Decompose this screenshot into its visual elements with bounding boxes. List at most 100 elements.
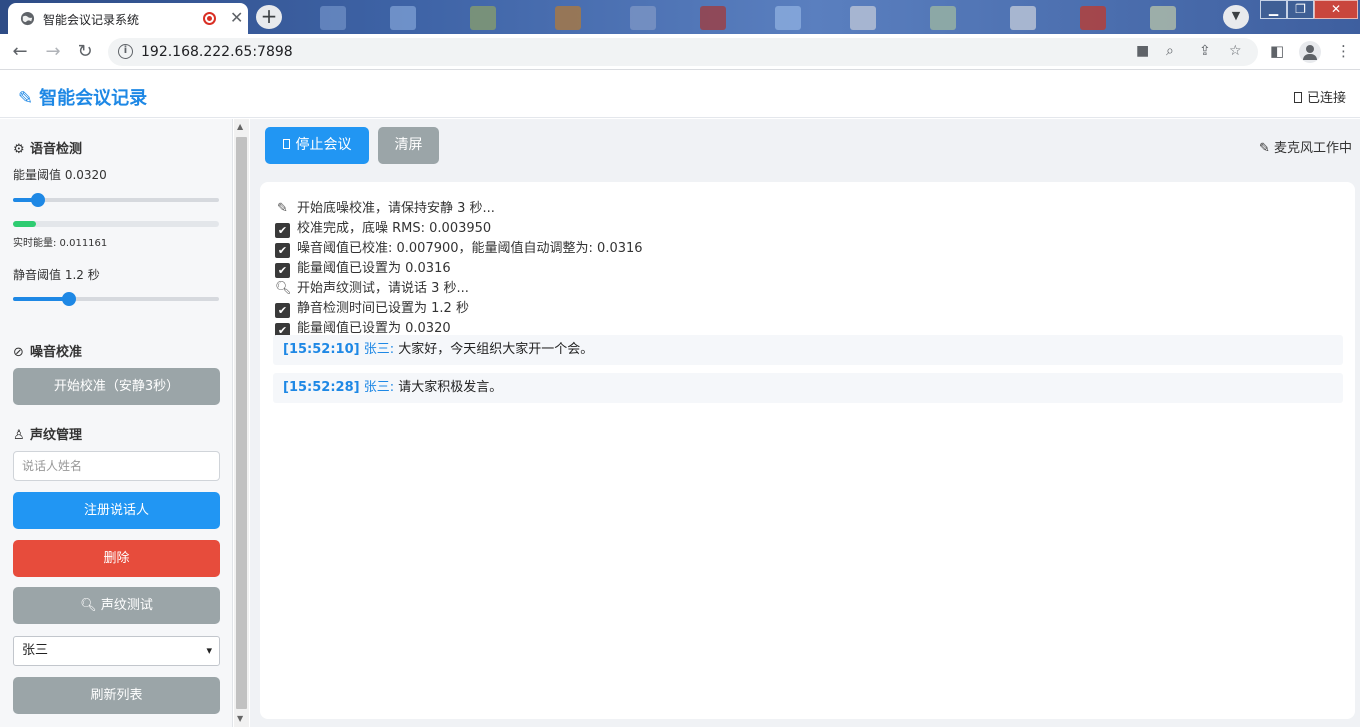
log-text: 静音检测时间已设置为 1.2 秒 — [297, 301, 469, 316]
stop-meeting-button[interactable]: 停止会议 — [265, 127, 369, 164]
desktop-decoration — [555, 6, 581, 30]
side-panel-icon[interactable]: ◧ — [1270, 42, 1284, 60]
app-header: ✎ 智能会议记录 已连接 — [0, 71, 1360, 118]
chevron-down-icon: ▾ — [206, 644, 212, 657]
pencil-icon: ✎ — [18, 88, 34, 109]
user-icon: ♙ — [13, 428, 25, 443]
share-icon[interactable]: ⇪ — [1199, 43, 1211, 59]
log-line: ✔ 校准完成，底噪 RMS: 0.003950 — [275, 217, 491, 238]
zoom-icon[interactable]: ⌕ — [1166, 43, 1174, 59]
mic-status-label: 麦克风工作中 — [1273, 141, 1352, 156]
log-text: 开始声纹测试，请说话 3 秒... — [297, 281, 469, 296]
arrow-left-icon: ← — [12, 41, 28, 62]
refresh-list-button[interactable]: 刷新列表 — [13, 677, 220, 714]
address-url: 192.168.222.65:7898 — [141, 44, 293, 60]
log-text: 校准完成，底噪 RMS: 0.003950 — [297, 221, 492, 236]
log-line: ✎ 开始底噪校准，请保持安静 3 秒... — [275, 197, 495, 216]
window-maximize-button[interactable]: ❐ — [1287, 0, 1314, 19]
bookmark-star-icon[interactable]: ☆ — [1229, 43, 1242, 59]
checkbox-icon: ✔ — [275, 263, 290, 278]
tab-close-button[interactable]: ✕ — [230, 8, 243, 27]
globe-icon — [20, 11, 35, 26]
energy-threshold-slider[interactable] — [13, 193, 219, 207]
browser-tab[interactable]: 智能会议记录系统 ✕ — [8, 3, 248, 34]
section-noise-calibration: ⊘ 噪音校准 — [13, 341, 82, 360]
log-line: ✔ 静音检测时间已设置为 1.2 秒 — [275, 297, 469, 318]
section-title: 语音检测 — [30, 142, 83, 157]
slider-knob[interactable] — [61, 292, 76, 306]
button-label: 停止会议 — [295, 137, 352, 153]
browser-toolbar: ← → ↻ i 192.168.222.65:7898 ■ ⌕ ⇪ ☆ ◧ ⋮ — [0, 34, 1360, 70]
arrow-right-icon: → — [45, 41, 61, 62]
profile-avatar-icon[interactable] — [1299, 41, 1321, 63]
silence-threshold-label: 静音阈值 1.2 秒 — [13, 268, 100, 282]
connection-status: 已连接 — [1293, 87, 1346, 106]
desktop-decoration — [700, 6, 726, 30]
start-calibration-button[interactable]: 开始校准（安静3秒） — [13, 368, 220, 405]
desktop-decoration — [1150, 6, 1176, 30]
desktop-decoration — [470, 6, 496, 30]
silence-threshold-slider[interactable] — [13, 292, 219, 306]
log-text: 能量阈值已设置为 0.0316 — [297, 261, 451, 276]
search-icon: 🔍︎ — [80, 598, 97, 613]
reload-button[interactable]: ↻ — [74, 41, 96, 63]
section-title: 声纹管理 — [30, 428, 83, 443]
speaker-select[interactable]: 张三 ▾ — [13, 636, 220, 666]
pencil-icon: ✎ — [277, 201, 288, 216]
desktop-decoration — [1010, 6, 1036, 30]
slider-knob[interactable] — [30, 193, 45, 207]
log-line: ✔ 噪音阈值已校准: 0.007900，能量阈值自动调整为: 0.0316 — [275, 237, 643, 258]
message-time: [15:52:28] — [283, 380, 360, 395]
section-title: 噪音校准 — [30, 345, 83, 360]
more-menu-icon[interactable]: ⋮ — [1336, 42, 1351, 60]
checkbox-icon: ✔ — [275, 303, 290, 318]
address-bar[interactable]: i 192.168.222.65:7898 ■ ⌕ ⇪ ☆ — [108, 38, 1258, 66]
log-text: 能量阈值已设置为 0.0320 — [297, 321, 451, 336]
desktop-decoration — [930, 6, 956, 30]
recording-indicator-icon — [203, 12, 216, 25]
section-voice-detect: ⚙ 语音检测 — [13, 138, 82, 157]
voiceprint-test-button[interactable]: 🔍︎ 声纹测试 — [13, 587, 220, 624]
message-text: 请大家积极发言。 — [398, 380, 503, 395]
transcript-message: [15:52:10] 张三: 大家好，今天组织大家开一个会。 — [273, 335, 1343, 365]
search-icon: 🔍︎ — [275, 281, 292, 296]
new-tab-button[interactable]: + — [256, 5, 282, 29]
message-speaker: 张三: — [363, 380, 395, 395]
sidebar: ⚙ 语音检测 能量阈值 0.0320 实时能量: 0.011161 静音阈值 1.… — [0, 119, 233, 727]
gear-icon: ⚙ — [13, 142, 25, 157]
sidebar-scrollbar[interactable]: ▲ ▼ — [234, 119, 249, 727]
back-button[interactable]: ← — [9, 41, 31, 63]
selected-speaker: 张三 — [22, 643, 49, 658]
desktop-decoration — [630, 6, 656, 30]
forward-button[interactable]: → — [42, 41, 64, 63]
transcript-panel: ✎ 开始底噪校准，请保持安静 3 秒... ✔ 校准完成，底噪 RMS: 0.0039… — [260, 182, 1355, 719]
tab-search-button[interactable]: ▼ — [1223, 5, 1249, 29]
window-close-button[interactable]: ✕ — [1314, 0, 1358, 19]
speaker-name-input[interactable]: 说话人姓名 — [13, 451, 220, 481]
window-minimize-button[interactable]: ▁ — [1260, 0, 1287, 19]
camera-icon[interactable]: ■ — [1136, 43, 1149, 59]
checkbox-icon: ✔ — [275, 223, 290, 238]
delete-speaker-button[interactable]: 删除 — [13, 540, 220, 577]
clear-screen-button[interactable]: 清屏 — [378, 127, 439, 164]
message-speaker: 张三: — [363, 342, 395, 357]
message-text: 大家好，今天组织大家开一个会。 — [398, 342, 594, 357]
connection-label: 已连接 — [1306, 91, 1346, 106]
mute-icon: ⊘ — [13, 345, 24, 360]
site-info-icon[interactable]: i — [118, 44, 133, 59]
button-label: 声纹测试 — [100, 598, 153, 613]
scroll-down-arrow-icon[interactable]: ▼ — [237, 714, 243, 723]
scroll-up-arrow-icon[interactable]: ▲ — [237, 122, 243, 131]
desktop-decoration — [390, 6, 416, 30]
meter-fill — [13, 221, 36, 227]
energy-threshold-label: 能量阈值 0.0320 — [13, 168, 107, 182]
stop-icon — [282, 139, 290, 149]
desktop-decoration — [320, 6, 346, 30]
desktop-decoration — [1080, 6, 1106, 30]
realtime-energy-meter — [13, 221, 219, 227]
scrollbar-thumb[interactable] — [236, 137, 247, 709]
register-speaker-button[interactable]: 注册说话人 — [13, 492, 220, 529]
mic-status: ✎ 麦克风工作中 — [1259, 137, 1352, 156]
desktop-decoration — [775, 6, 801, 30]
reload-icon: ↻ — [77, 41, 93, 62]
